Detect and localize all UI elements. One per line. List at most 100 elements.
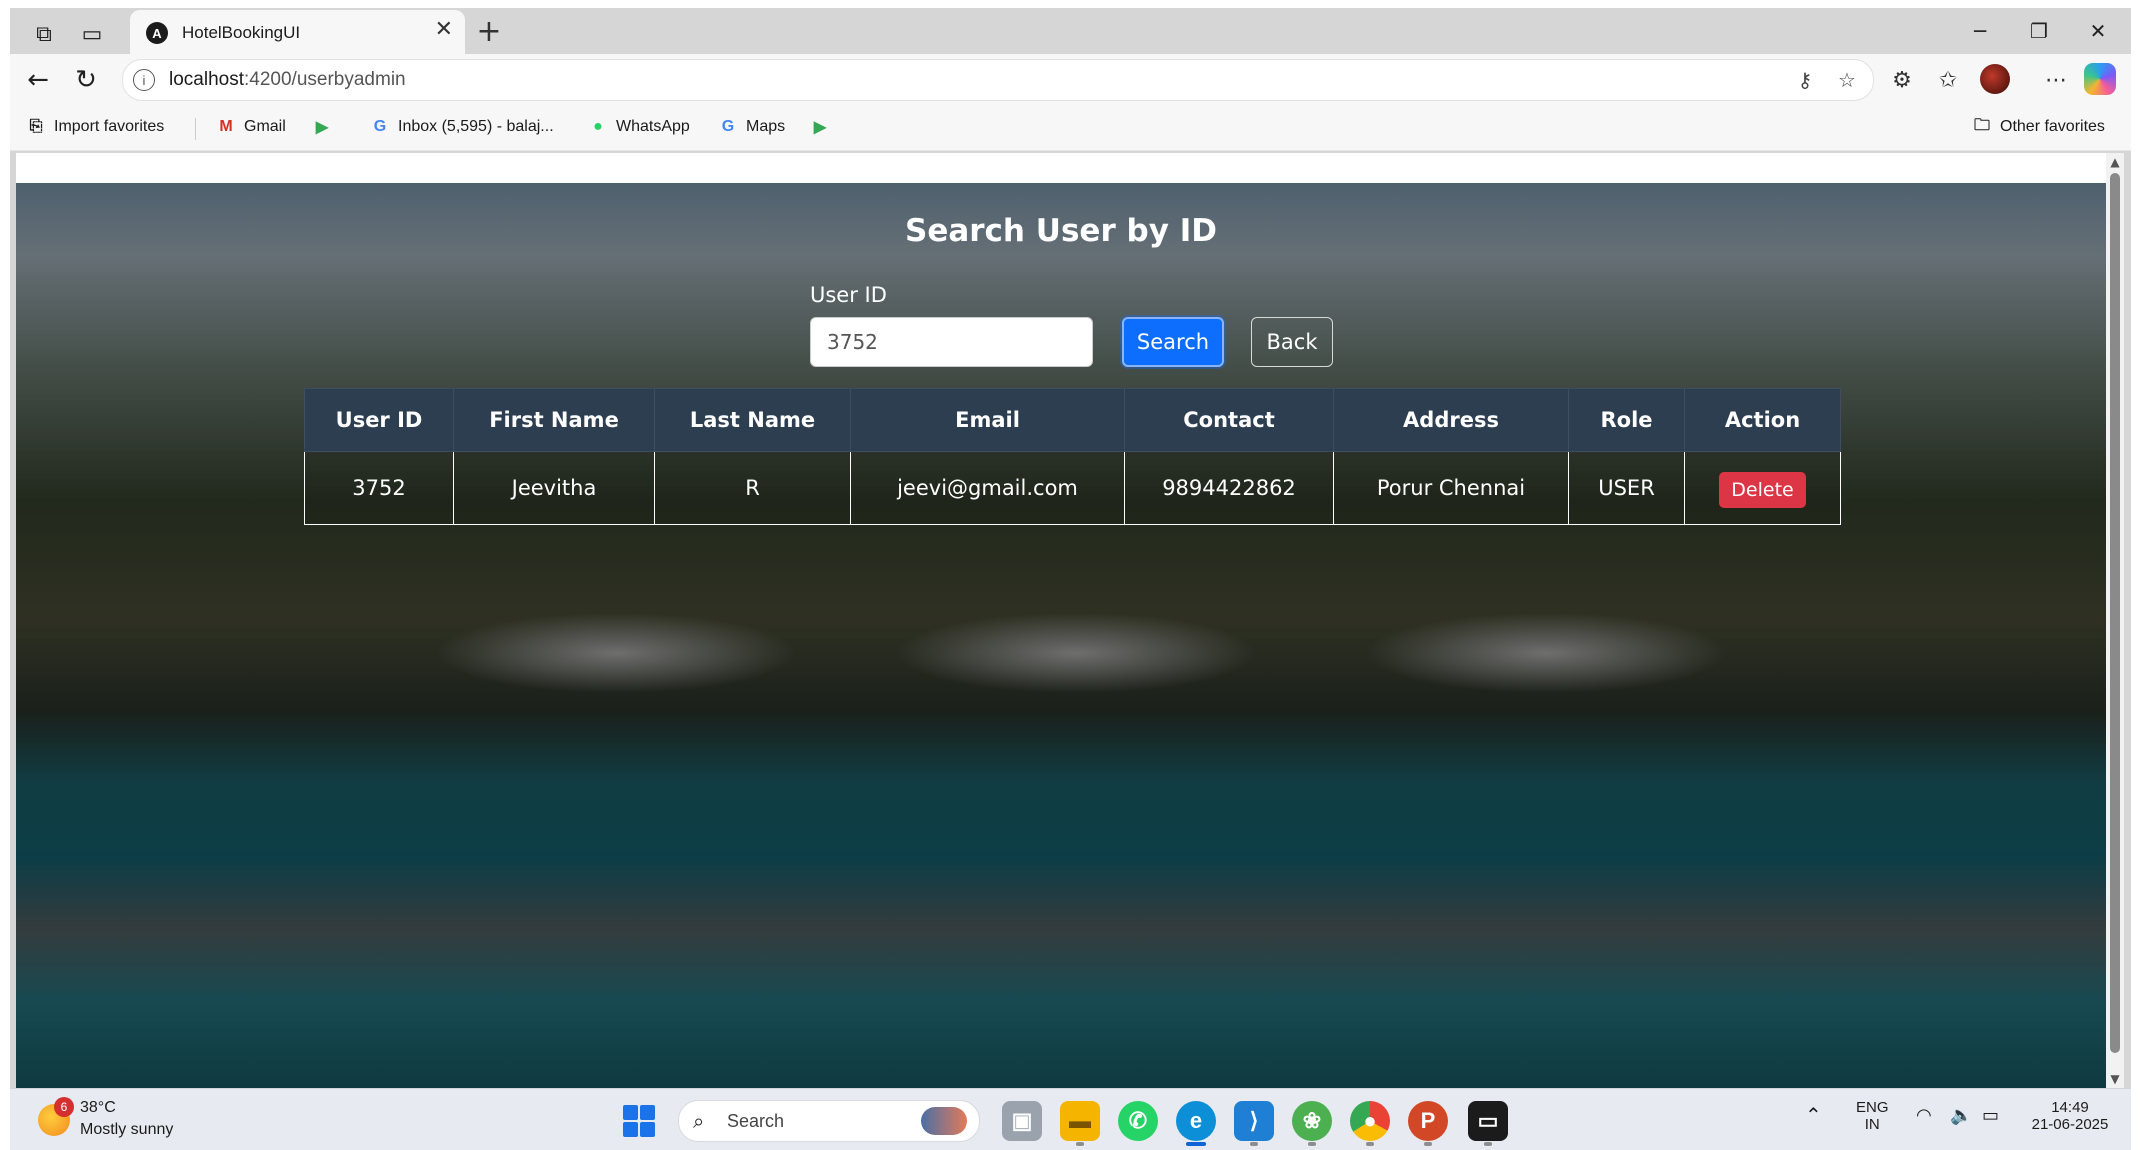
user-id-input[interactable]: [810, 317, 1093, 367]
bookmark-import-favorites[interactable]: ⎘ Import favorites: [26, 117, 165, 137]
cell-action: Delete: [1684, 451, 1841, 525]
bookmark-label: Import favorites: [54, 118, 165, 135]
col-header-action: Action: [1684, 388, 1841, 452]
import-icon: ⎘: [29, 118, 43, 135]
cell-contact: 9894422862: [1124, 451, 1334, 525]
file-explorer-icon[interactable]: ▬: [1060, 1101, 1100, 1141]
bookmark-play-2[interactable]: ▶: [810, 117, 830, 137]
battery-icon[interactable]: ▭: [1982, 1105, 1999, 1126]
password-key-icon[interactable]: ⚷: [1791, 66, 1819, 94]
col-header-last-name: Last Name: [654, 388, 851, 452]
vertical-tabs-icon[interactable]: ▭: [74, 16, 110, 52]
windows-start-icon[interactable]: [623, 1105, 655, 1137]
angular-icon: A: [146, 22, 168, 44]
page-viewport: Search User by ID User ID Search Back Us…: [16, 153, 2124, 1088]
weather-temperature[interactable]: 38°C: [80, 1099, 116, 1117]
bookmark-other-favorites[interactable]: 🗀 Other favorites: [1972, 117, 2105, 137]
bookmark-label: Other favorites: [2000, 118, 2105, 135]
tab-hotelbookingui[interactable]: A HotelBookingUI ✕: [130, 10, 465, 54]
language-line2: IN: [1864, 1116, 1880, 1133]
bookmark-inbox[interactable]: G Inbox (5,595) - balaj...: [370, 117, 554, 137]
browser-window: ⧉ ▭ A HotelBookingUI ✕ + ─ ❐ ✕ ← ↻ i loc…: [10, 8, 2131, 1088]
address-bar[interactable]: i localhost:4200/userbyadmin ⚷ ☆: [122, 59, 1874, 101]
url-text[interactable]: localhost:4200/userbyadmin: [169, 69, 406, 91]
language-indicator[interactable]: ENG IN: [1856, 1099, 1889, 1133]
taskbar-search-placeholder: Search: [727, 1111, 785, 1131]
close-tab-icon[interactable]: ✕: [435, 17, 453, 42]
cell-role: USER: [1568, 451, 1685, 525]
col-header-user-id: User ID: [304, 388, 454, 452]
bookmark-label: Inbox (5,595) - balaj...: [398, 118, 554, 135]
clock[interactable]: 14:49 21-06-2025: [2020, 1099, 2120, 1133]
app-indicator: [1308, 1142, 1316, 1146]
cell-first-name: Jeevitha: [453, 451, 655, 525]
volume-icon[interactable]: 🔈: [1950, 1105, 1972, 1126]
google-icon: G: [373, 118, 387, 135]
profile-avatar[interactable]: [1980, 64, 2010, 94]
site-info-icon[interactable]: i: [133, 69, 155, 91]
weather-badge: 6: [54, 1097, 74, 1117]
cell-last-name: R: [654, 451, 851, 525]
play-icon: ▶: [315, 119, 329, 136]
refresh-icon[interactable]: ↻: [66, 60, 106, 100]
background-image: Search User by ID User ID Search Back Us…: [16, 183, 2106, 1088]
search-highlight-icon: [921, 1107, 967, 1135]
wifi-icon[interactable]: ◠: [1916, 1105, 1932, 1126]
bookmark-play[interactable]: ▶: [312, 117, 332, 137]
powerpoint-icon[interactable]: P: [1408, 1101, 1448, 1141]
clock-time: 14:49: [2051, 1099, 2089, 1116]
bookmark-whatsapp[interactable]: ● WhatsApp: [588, 117, 690, 137]
spring-tool-icon[interactable]: ❀: [1292, 1101, 1332, 1141]
workspaces-icon[interactable]: ⧉: [26, 16, 62, 52]
chevron-up-icon[interactable]: ⌃: [1805, 1103, 1822, 1128]
taskbar-search[interactable]: ⌕ Search: [678, 1100, 980, 1142]
extensions-icon[interactable]: ⚙: [1884, 62, 1920, 98]
bookmark-separator: [195, 118, 196, 140]
restore-icon[interactable]: ❐: [2009, 12, 2069, 50]
folder-icon: 🗀: [1973, 116, 1990, 134]
back-arrow-icon[interactable]: ←: [18, 60, 58, 100]
table-header-row: User ID First Name Last Name Email Conta…: [304, 388, 1841, 452]
vertical-scrollbar[interactable]: ▲ ▼: [2106, 153, 2124, 1088]
page-title: Search User by ID: [905, 213, 1217, 249]
more-menu-icon[interactable]: ⋯: [2038, 62, 2074, 98]
table-row: 3752 Jeevitha R jeevi@gmail.com 98944228…: [304, 451, 1841, 525]
scroll-up-icon[interactable]: ▲: [2109, 155, 2121, 169]
weather-description[interactable]: Mostly sunny: [80, 1121, 173, 1139]
clock-date: 21-06-2025: [2031, 1116, 2109, 1133]
search-button[interactable]: Search: [1122, 317, 1224, 367]
edge-browser-icon[interactable]: e: [1176, 1101, 1216, 1141]
bookmark-maps[interactable]: G Maps: [718, 117, 785, 137]
cell-address: Porur Chennai: [1333, 451, 1569, 525]
url-path: :4200/userbyadmin: [244, 69, 406, 90]
scrollbar-thumb[interactable]: [2110, 173, 2120, 1053]
gmail-icon: M: [219, 118, 233, 135]
col-header-role: Role: [1568, 388, 1685, 452]
vscode-icon[interactable]: ⟩: [1234, 1101, 1274, 1141]
users-table: User ID First Name Last Name Email Conta…: [304, 388, 1841, 525]
delete-button[interactable]: Delete: [1719, 472, 1806, 508]
app-indicator: [1076, 1142, 1084, 1146]
back-button[interactable]: Back: [1251, 317, 1333, 367]
col-header-first-name: First Name: [453, 388, 655, 452]
user-id-label: User ID: [810, 283, 887, 307]
new-tab-button[interactable]: +: [470, 12, 508, 50]
browser-toolbar: ← ↻ i localhost:4200/userbyadmin ⚷ ☆ ⚙ ✩…: [10, 54, 2131, 106]
minimize-icon[interactable]: ─: [1950, 12, 2010, 50]
favorite-star-icon[interactable]: ☆: [1833, 66, 1861, 94]
app-indicator: [1484, 1142, 1492, 1146]
task-view-icon[interactable]: ▣: [1002, 1101, 1042, 1141]
bookmark-label: Maps: [746, 118, 786, 135]
copilot-icon[interactable]: [2084, 63, 2116, 95]
bookmark-label: Gmail: [244, 118, 286, 135]
bookmark-gmail[interactable]: M Gmail: [216, 117, 286, 137]
search-icon: ⌕: [693, 1109, 705, 1133]
url-host: localhost: [169, 69, 244, 90]
favorites-icon[interactable]: ✩: [1930, 62, 1966, 98]
terminal-icon[interactable]: ▭: [1468, 1101, 1508, 1141]
col-header-email: Email: [850, 388, 1125, 452]
scroll-down-icon[interactable]: ▼: [2109, 1072, 2121, 1086]
close-window-icon[interactable]: ✕: [2068, 12, 2128, 50]
chrome-icon[interactable]: ●: [1350, 1101, 1390, 1141]
whatsapp-app-icon[interactable]: ✆: [1118, 1101, 1158, 1141]
